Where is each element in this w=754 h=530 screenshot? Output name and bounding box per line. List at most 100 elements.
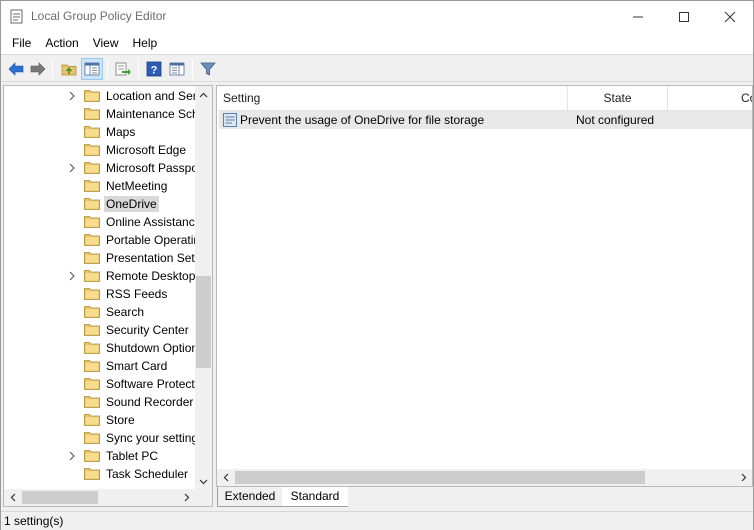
minimize-button[interactable] (615, 1, 661, 32)
tree-vertical-scroll-thumb[interactable] (196, 276, 211, 368)
folder-icon (84, 270, 100, 282)
tree-item-label: Search (106, 305, 145, 319)
chevron-right-icon[interactable] (68, 451, 76, 461)
tree-horizontal-scrollbar[interactable] (4, 489, 212, 506)
list-horizontal-scroll-thumb[interactable] (235, 471, 645, 484)
tree-item-label: NetMeeting (106, 179, 168, 193)
table-row[interactable]: Prevent the usage of OneDrive for file s… (219, 111, 752, 129)
tree-item-label: Sound Recorder (106, 395, 194, 409)
properties-pane-button[interactable] (166, 58, 188, 80)
status-text: 1 setting(s) (4, 514, 64, 528)
help-icon: ? (146, 61, 162, 77)
tree-item-label: Maintenance Sch (106, 107, 199, 121)
chevron-right-icon[interactable] (68, 91, 76, 101)
tree-item-label: RSS Feeds (106, 287, 168, 301)
folder-icon (84, 342, 100, 354)
chevron-left-icon (223, 473, 228, 482)
app-window: Local Group Policy Editor File Action Vi… (0, 0, 754, 530)
toolbar-separator (192, 59, 193, 79)
tree-item[interactable]: Task Scheduler (4, 465, 196, 483)
title-bar: Local Group Policy Editor (1, 1, 753, 32)
tree-vertical-scrollbar[interactable] (195, 86, 212, 490)
tree-item[interactable]: Portable Operatin (4, 231, 200, 249)
tree-item[interactable]: Smart Card (4, 357, 196, 375)
tab-extended[interactable]: Extended (217, 487, 283, 507)
menu-action[interactable]: Action (38, 34, 85, 52)
chevron-left-icon (10, 493, 15, 502)
tree-item-label: OneDrive (104, 196, 159, 212)
folder-icon (84, 378, 100, 390)
scroll-right-button[interactable] (178, 489, 195, 506)
tree-item-label: Presentation Sett (106, 251, 199, 265)
tree-item-label: Shutdown Option (106, 341, 199, 355)
show-hide-tree-button[interactable] (81, 58, 103, 80)
menu-help[interactable]: Help (126, 34, 165, 52)
tree-item[interactable]: Software Protecti (4, 375, 198, 393)
chevron-right-icon (184, 493, 189, 502)
scroll-left-button[interactable] (217, 469, 234, 486)
column-header-state[interactable]: State (568, 86, 668, 110)
back-button[interactable] (5, 58, 27, 80)
chevron-right-icon[interactable] (68, 271, 76, 281)
filter-button[interactable] (197, 58, 219, 80)
list-horizontal-scrollbar[interactable] (217, 469, 752, 486)
menu-file[interactable]: File (5, 34, 38, 52)
filter-icon (200, 62, 216, 76)
folder-icon (84, 162, 100, 174)
tree-item[interactable]: Location and Sen (4, 87, 199, 105)
export-list-icon (115, 62, 131, 76)
tree-item-label: Task Scheduler (106, 467, 189, 481)
tree-item[interactable]: Maps (4, 123, 196, 141)
forward-button[interactable] (27, 58, 49, 80)
close-button[interactable] (707, 1, 753, 32)
column-header-comment[interactable]: Co (668, 86, 752, 110)
tree-item[interactable]: Microsoft Passpo (4, 159, 198, 177)
tree-item[interactable]: Microsoft Edge (4, 141, 196, 159)
tree-item[interactable]: Remote Desktop (4, 267, 196, 285)
tree-item[interactable]: RSS Feeds (4, 285, 196, 303)
column-header-setting[interactable]: Setting (217, 86, 568, 110)
folder-icon (84, 450, 100, 462)
folder-icon (84, 126, 100, 138)
tree-item-label: Location and Sen (106, 89, 200, 103)
tree-item[interactable]: Online Assistance (4, 213, 201, 231)
up-one-level-button[interactable] (58, 58, 80, 80)
help-button[interactable]: ? (143, 58, 165, 80)
tree-item[interactable]: Security Center (4, 321, 196, 339)
folder-icon (84, 108, 100, 120)
tree-item[interactable]: Maintenance Sch (4, 105, 199, 123)
tree-item-label: Security Center (106, 323, 189, 337)
policy-setting-icon (223, 113, 237, 127)
tree-item[interactable]: Search (4, 303, 196, 321)
tree-item-label: Store (106, 413, 135, 427)
folder-icon (84, 90, 100, 102)
folder-icon (84, 288, 100, 300)
chevron-right-icon[interactable] (68, 163, 76, 173)
tree-item[interactable]: Sync your setting (4, 429, 198, 447)
tree-item[interactable]: OneDrive (4, 195, 196, 213)
folder-icon (84, 414, 100, 426)
tree-item[interactable]: Store (4, 411, 196, 429)
scroll-up-button[interactable] (195, 86, 212, 103)
scroll-left-button[interactable] (4, 489, 21, 506)
scroll-right-button[interactable] (735, 469, 752, 486)
tab-standard[interactable]: Standard (282, 487, 348, 507)
folder-icon (84, 396, 100, 408)
up-folder-icon (61, 64, 77, 76)
tree-item[interactable]: Tablet PC (4, 447, 196, 465)
menu-view[interactable]: View (86, 34, 126, 52)
tree-pane[interactable]: Location and Sen Maintenance Sch Maps Micro… (3, 85, 213, 507)
back-arrow-icon (8, 62, 24, 76)
tree-item-label: Software Protecti (106, 377, 198, 391)
maximize-button[interactable] (661, 1, 707, 32)
tree-item[interactable]: Sound Recorder (4, 393, 196, 411)
export-list-button[interactable] (112, 58, 134, 80)
tree-item[interactable]: Shutdown Option (4, 339, 198, 357)
tree-horizontal-scroll-thumb[interactable] (22, 491, 98, 504)
scroll-down-button[interactable] (195, 473, 212, 490)
chevron-up-icon (199, 92, 208, 97)
tree-item-label: Remote Desktop (106, 269, 196, 283)
folder-icon (84, 324, 100, 336)
tree-item[interactable]: Presentation Sett (4, 249, 198, 267)
tree-item[interactable]: NetMeeting (4, 177, 196, 195)
